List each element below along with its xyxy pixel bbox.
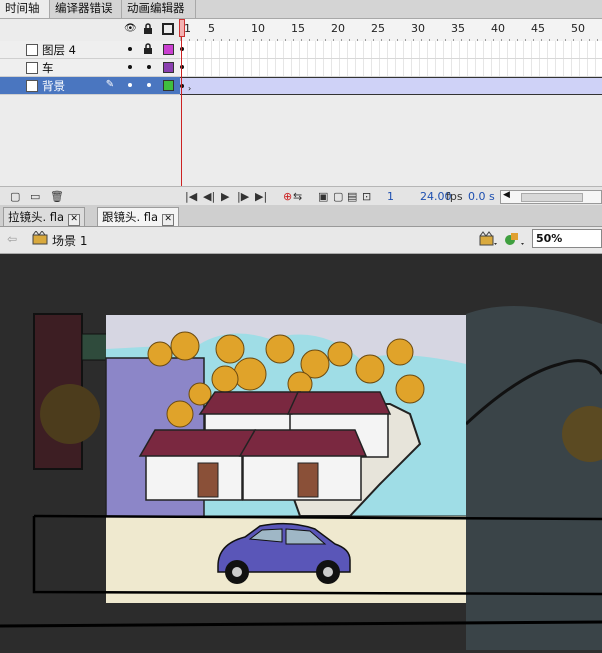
tab-compiler-errors[interactable]: 编译器错误 <box>50 0 122 18</box>
ruler-number: 5 <box>208 22 215 35</box>
frame-row[interactable] <box>180 59 602 77</box>
timeline-scrollbar[interactable]: ◀ <box>500 190 602 204</box>
layer-row[interactable]: 图层 4 <box>0 41 180 59</box>
onion-markers-icon[interactable]: ⊡ <box>362 190 371 203</box>
ruler-number: 15 <box>291 22 305 35</box>
frame-row-tween[interactable]: › <box>180 77 602 95</box>
layer-color-swatch[interactable] <box>163 80 174 91</box>
scene-icon <box>32 230 48 248</box>
lock-dot[interactable] <box>147 83 151 87</box>
tab-timeline[interactable]: 时间轴 <box>0 0 50 18</box>
ruler-number: 35 <box>451 22 465 35</box>
lock-icon[interactable] <box>142 23 154 35</box>
ruler-number: 10 <box>251 22 265 35</box>
lock-dot[interactable] <box>147 65 151 69</box>
tween-arrow-icon: › <box>188 84 192 93</box>
layer-icon <box>26 80 38 92</box>
layer-name[interactable]: 背景 <box>42 78 65 94</box>
tab-motion-editor[interactable]: 动画编辑器 <box>122 0 196 18</box>
onion-outline-icon[interactable]: ▢ <box>333 190 343 203</box>
scene-label[interactable]: 场景 1 <box>52 232 87 249</box>
stage-frame <box>105 315 466 603</box>
layer-icon <box>26 62 38 74</box>
onion-skin-icon[interactable]: ▣ <box>318 190 328 203</box>
step-back-icon[interactable]: ◀| <box>203 190 215 203</box>
layer-icon <box>26 44 38 56</box>
layer-color-swatch[interactable] <box>163 62 174 73</box>
loop-icon[interactable]: ⇆ <box>293 190 302 203</box>
playhead[interactable] <box>179 19 185 37</box>
doc-tab-label: 拉镜头. fla <box>8 210 65 224</box>
frame-row[interactable] <box>180 41 602 59</box>
stage-artwork <box>0 254 602 650</box>
visible-dot[interactable] <box>128 47 132 51</box>
document-tabbar: 拉镜头. fla ✕ 跟镜头. fla ✕ <box>0 205 602 227</box>
outline-icon[interactable] <box>162 23 174 35</box>
close-icon[interactable]: ✕ <box>68 214 81 226</box>
doc-tab-active[interactable]: 跟镜头. fla ✕ <box>97 207 180 226</box>
edit-symbols-icon[interactable] <box>504 231 526 250</box>
doc-tab[interactable]: 拉镜头. fla ✕ <box>3 207 86 226</box>
ruler-number: 40 <box>491 22 505 35</box>
timeline-panel: 时间轴 编译器错误 动画编辑器 👁 1 5 10 15 20 25 30 35 … <box>0 0 602 206</box>
elapsed-time[interactable]: 0.0 s <box>468 190 495 203</box>
step-forward-icon[interactable]: |▶ <box>237 190 249 203</box>
layer-row-selected[interactable]: 背景 ✎ <box>0 77 180 95</box>
scrollbar-thumb[interactable] <box>521 193 583 202</box>
edit-bar: ⇦ 场景 1 <box>0 227 602 254</box>
new-folder-icon[interactable]: ▭ <box>30 190 40 203</box>
scroll-left-icon[interactable]: ◀ <box>503 190 510 200</box>
layer-row[interactable]: 车 <box>0 59 180 77</box>
frame-ruler[interactable]: 1 5 10 15 20 25 30 35 40 45 50 <box>180 19 602 43</box>
empty-frames-area <box>180 95 602 186</box>
first-frame-icon[interactable]: |◀ <box>185 190 197 203</box>
ruler-number: 30 <box>411 22 425 35</box>
eye-icon[interactable]: 👁 <box>124 23 137 35</box>
new-layer-icon[interactable]: ▢ <box>10 190 20 203</box>
edit-scene-icon[interactable] <box>479 231 499 250</box>
pencil-icon: ✎ <box>105 79 115 90</box>
edit-multiple-icon[interactable]: ▤ <box>347 190 357 203</box>
visible-dot[interactable] <box>128 65 132 69</box>
timeline-footer: ▢ ▭ 🗑 |◀ ◀| ▶ |▶ ▶| ⊕ ⇆ ▣ ▢ ▤ ⊡ 1 24.00 … <box>0 186 602 206</box>
current-frame[interactable]: 1 <box>387 190 394 203</box>
zoom-field[interactable]: 50% <box>532 229 602 248</box>
empty-layers-area <box>0 95 180 186</box>
ruler-number: 1 <box>184 22 191 35</box>
stage-area[interactable] <box>0 254 602 650</box>
layer-name[interactable]: 车 <box>42 60 54 76</box>
delete-icon[interactable]: 🗑 <box>50 190 64 203</box>
last-frame-icon[interactable]: ▶| <box>255 190 267 203</box>
center-frame-icon[interactable]: ⊕ <box>283 190 292 203</box>
ruler-number: 50 <box>571 22 585 35</box>
ruler-number: 45 <box>531 22 545 35</box>
lock-icon[interactable] <box>142 43 154 55</box>
playhead-line <box>181 37 182 197</box>
timeline-tabbar: 时间轴 编译器错误 动画编辑器 <box>0 0 602 19</box>
ruler-number: 20 <box>331 22 345 35</box>
close-icon[interactable]: ✕ <box>162 214 175 226</box>
ruler-number: 25 <box>371 22 385 35</box>
layer-color-swatch[interactable] <box>163 44 174 55</box>
back-arrow-icon[interactable]: ⇦ <box>7 232 17 246</box>
visible-dot[interactable] <box>128 83 132 87</box>
play-icon[interactable]: ▶ <box>221 190 229 203</box>
frame-rate-unit: fps <box>446 190 463 203</box>
layer-name[interactable]: 图层 4 <box>42 42 76 58</box>
doc-tab-label: 跟镜头. fla <box>102 210 159 224</box>
